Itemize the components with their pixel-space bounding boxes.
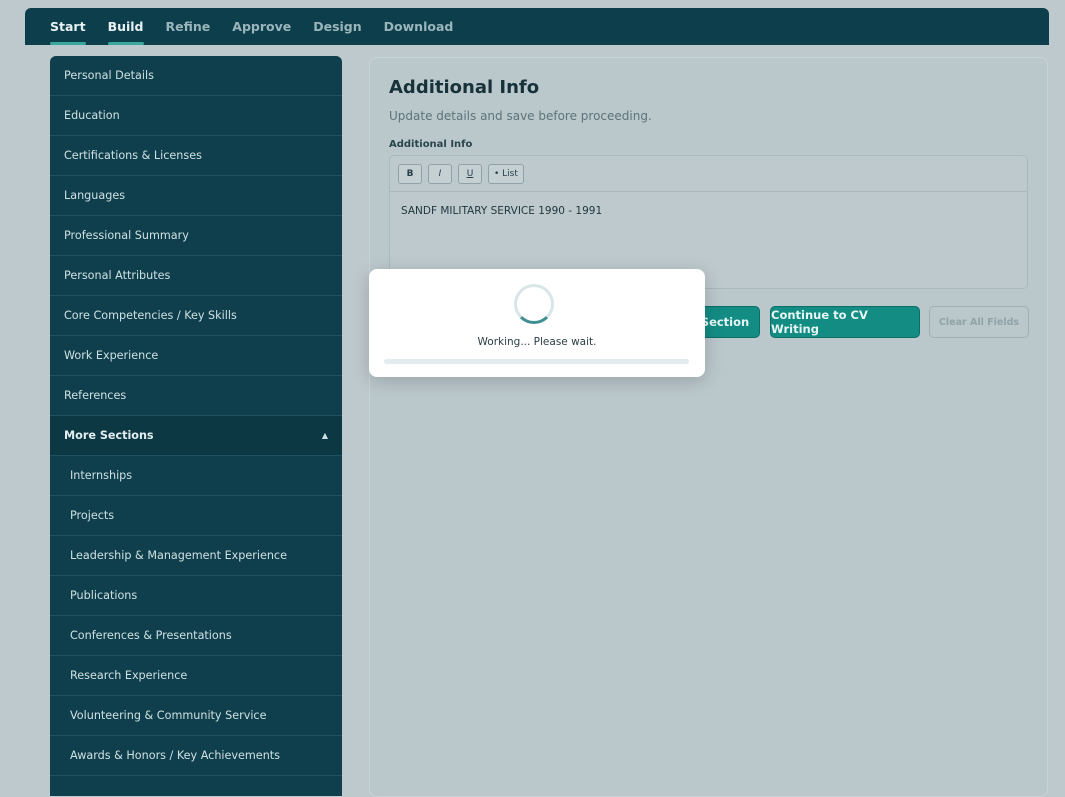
sidebar-item-projects[interactable]: Projects [50, 496, 342, 536]
tab-approve[interactable]: Approve [232, 8, 291, 45]
sidebar-item-volunteering[interactable]: Volunteering & Community Service [50, 696, 342, 736]
tab-build[interactable]: Build [107, 8, 144, 45]
editor-content[interactable]: SANDF MILITARY SERVICE 1990 - 1991 [401, 205, 602, 217]
top-nav: Start Build Refine Approve Design Downlo… [25, 8, 1049, 45]
bold-button[interactable]: B [398, 163, 422, 184]
sidebar-item-internships[interactable]: Internships [50, 456, 342, 496]
sidebar-item-publications[interactable]: Publications [50, 576, 342, 616]
sidebar-item-languages[interactable]: Languages [50, 176, 342, 216]
page-subtitle: Update details and save before proceedin… [389, 109, 652, 123]
italic-button[interactable]: I [428, 163, 452, 184]
loading-message: Working... Please wait. [477, 336, 597, 348]
sidebar-item-conferences[interactable]: Conferences & Presentations [50, 616, 342, 656]
progress-bar [384, 359, 689, 364]
loading-modal: Working... Please wait. [369, 269, 705, 377]
clear-fields-button[interactable]: Clear All Fields [929, 306, 1029, 338]
continue-button[interactable]: Continue to CV Writing [770, 306, 920, 338]
tab-refine[interactable]: Refine [166, 8, 211, 45]
sidebar-item-leadership[interactable]: Leadership & Management Experience [50, 536, 342, 576]
main-panel: Additional Info Update details and save … [369, 57, 1048, 797]
editor-toolbar: B I U • List [390, 156, 1027, 192]
tab-start[interactable]: Start [50, 8, 86, 45]
tab-design[interactable]: Design [313, 8, 361, 45]
sidebar-item-personal-attributes[interactable]: Personal Attributes [50, 256, 342, 296]
sidebar-item-certifications[interactable]: Certifications & Licenses [50, 136, 342, 176]
sidebar-item-research[interactable]: Research Experience [50, 656, 342, 696]
sidebar: Personal Details Education Certification… [50, 56, 342, 796]
sidebar-group-label: More Sections [64, 428, 154, 442]
sidebar-item-awards[interactable]: Awards & Honors / Key Achievements [50, 736, 342, 776]
list-button[interactable]: • List [488, 163, 524, 184]
sidebar-group-more-sections[interactable]: More Sections ▲ [50, 416, 342, 456]
sidebar-item-core-competencies[interactable]: Core Competencies / Key Skills [50, 296, 342, 336]
spinner-icon [514, 284, 554, 324]
sidebar-item-professional-summary[interactable]: Professional Summary [50, 216, 342, 256]
underline-button[interactable]: U [458, 163, 482, 184]
chevron-up-icon: ▲ [321, 430, 328, 440]
sidebar-item-references[interactable]: References [50, 376, 342, 416]
sidebar-item-education[interactable]: Education [50, 96, 342, 136]
sidebar-item-work-experience[interactable]: Work Experience [50, 336, 342, 376]
tab-download[interactable]: Download [384, 8, 454, 45]
sidebar-item-personal-details[interactable]: Personal Details [50, 56, 342, 96]
page-title: Additional Info [389, 77, 540, 98]
field-label: Additional Info [389, 139, 473, 150]
